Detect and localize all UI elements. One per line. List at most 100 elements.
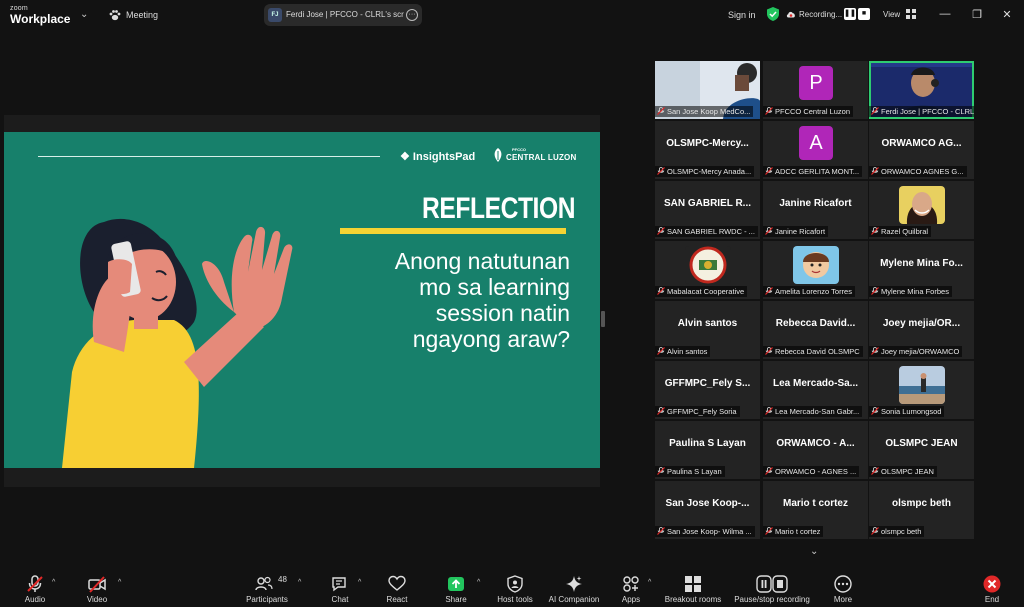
- participant-tile[interactable]: Mario t cortez Mario t cortez: [763, 481, 868, 539]
- participant-tile[interactable]: Mylene Mina Fo... Mylene Mina Forbes: [869, 241, 974, 299]
- participant-name-label: PFCCO Central Luzon: [763, 106, 854, 117]
- participant-tile[interactable]: Rebecca David... Rebecca David OLSMPC: [763, 301, 868, 359]
- mic-muted-icon: [871, 107, 879, 115]
- pfcco-logo-text: CENTRAL LUZON: [506, 153, 577, 162]
- participant-tile[interactable]: Paulina S Layan Paulina S Layan: [655, 421, 760, 479]
- participant-tile[interactable]: Janine Ricafort Janine Ricafort: [763, 181, 868, 239]
- share-button[interactable]: Share: [440, 569, 472, 607]
- participant-tile[interactable]: Lea Mercado-Sa... Lea Mercado-San Gabr...: [763, 361, 868, 419]
- gallery-next-page-icon[interactable]: ⌄: [810, 546, 818, 557]
- participant-tile[interactable]: Mabalacat Cooperative: [655, 241, 760, 299]
- cloud-record-icon: [786, 11, 795, 18]
- mic-muted-icon: [765, 227, 773, 235]
- participant-name-display: Lea Mercado-Sa...: [772, 378, 859, 389]
- participant-name-label: ORWAMCO - AGNES ...: [763, 466, 860, 477]
- participant-tile[interactable]: ORWAMCO AG... ORWAMCO AGNES G...: [869, 121, 974, 179]
- audio-options-caret[interactable]: ^: [52, 579, 55, 586]
- video-off-icon: [88, 576, 106, 593]
- participant-name-label: Mylene Mina Forbes: [869, 286, 952, 297]
- participant-caption: PFCCO Central Luzon: [775, 107, 851, 116]
- sign-in-link[interactable]: Sign in: [728, 10, 756, 20]
- question-line: ngayong araw?: [412, 326, 570, 352]
- participant-tile[interactable]: Joey mejia/OR... Joey mejia/ORWAMCO: [869, 301, 974, 359]
- participant-tile[interactable]: Alvin santos Alvin santos: [655, 301, 760, 359]
- participant-name-label: ORWAMCO AGNES G...: [869, 166, 967, 177]
- participant-tile[interactable]: A ADCC GERLITA MONT...: [763, 121, 868, 179]
- apps-options-caret[interactable]: ^: [648, 579, 651, 586]
- pause-recording-label: Pause/stop recording: [734, 595, 810, 604]
- view-menu[interactable]: View: [883, 10, 900, 19]
- mic-muted-icon: [871, 167, 879, 175]
- meeting-label[interactable]: Meeting: [126, 10, 158, 20]
- participant-name-label: Lea Mercado-San Gabr...: [763, 406, 863, 417]
- participant-tile[interactable]: ORWAMCO - A... ORWAMCO - AGNES ...: [763, 421, 868, 479]
- participant-caption: San Jose Koop- Wilma ...: [667, 527, 752, 536]
- pause-stop-recording-button[interactable]: Pause/stop recording: [730, 569, 814, 607]
- participant-caption: Mabalacat Cooperative: [667, 287, 745, 296]
- participant-caption: ADCC GERLITA MONT...: [775, 167, 860, 176]
- participant-name-label: Janine Ricafort: [763, 226, 829, 237]
- apps-label: Apps: [621, 595, 641, 604]
- pause-recording-icon[interactable]: ❚❚: [844, 8, 856, 20]
- participant-tile[interactable]: P PFCCO Central Luzon: [763, 61, 868, 119]
- participant-tile[interactable]: OLSMPC-Mercy... OLSMPC-Mercy Anada...: [655, 121, 760, 179]
- chat-button[interactable]: Chat: [325, 569, 355, 607]
- breakout-rooms-label: Breakout rooms: [664, 595, 722, 604]
- participant-tile[interactable]: GFFMPC_Fely S... GFFMPC_Fely Soria: [655, 361, 760, 419]
- share-options-caret[interactable]: ^: [477, 579, 480, 586]
- share-screen-icon: [448, 577, 464, 591]
- participant-tile[interactable]: SAN GABRIEL R... SAN GABRIEL RWDC - ...: [655, 181, 760, 239]
- encryption-shield-icon[interactable]: [767, 7, 779, 21]
- ai-companion-label: AI Companion: [548, 595, 600, 604]
- shared-slide: ❖ InsightsPad PFCCO CENTRAL LUZON REFLEC…: [4, 132, 600, 468]
- participant-tile[interactable]: OLSMPC JEAN OLSMPC JEAN: [869, 421, 974, 479]
- audio-button[interactable]: Audio: [18, 569, 52, 607]
- minimize-button[interactable]: —: [938, 8, 952, 20]
- participant-tile[interactable]: Razel Quilbral: [869, 181, 974, 239]
- video-button[interactable]: Video: [80, 569, 114, 607]
- mic-muted-icon: [765, 107, 773, 115]
- participant-tile[interactable]: olsmpc beth olsmpc beth: [869, 481, 974, 539]
- mic-muted-icon: [765, 527, 773, 535]
- participant-caption: Amelita Lorenzo Torres: [775, 287, 852, 296]
- brand-zoom: zoom: [10, 5, 28, 12]
- panel-resize-handle[interactable]: [601, 311, 605, 327]
- mic-muted-icon: [657, 467, 665, 475]
- stop-recording-icon[interactable]: ■: [858, 8, 870, 20]
- participant-tile[interactable]: Ferdi Jose | PFCCO - CLRL: [869, 61, 974, 119]
- host-tools-button[interactable]: Host tools: [494, 569, 536, 607]
- participant-caption: ORWAMCO - AGNES ...: [775, 467, 857, 476]
- participants-count: 48: [278, 575, 287, 584]
- more-options-icon[interactable]: ···: [406, 9, 418, 21]
- participant-tile[interactable]: Sonia Lumongsod: [869, 361, 974, 419]
- participant-caption: OLSMPC-Mercy Anada...: [667, 167, 752, 176]
- react-button[interactable]: React: [381, 569, 413, 607]
- participants-options-caret[interactable]: ^: [298, 579, 301, 586]
- question-line: Anong natutunan: [394, 248, 570, 274]
- close-button[interactable]: ✕: [1000, 8, 1014, 21]
- title-bar: zoom Workplace ⌄ Meeting FJ Ferdi Jose |…: [0, 0, 1024, 30]
- apps-button[interactable]: Apps: [616, 569, 646, 607]
- chevron-down-icon[interactable]: ⌄: [80, 9, 88, 20]
- participant-name-label: Sonia Lumongsod: [869, 406, 945, 417]
- participant-tile[interactable]: Amelita Lorenzo Torres: [763, 241, 868, 299]
- share-label: Share: [445, 595, 467, 604]
- participant-name-display: Janine Ricafort: [779, 198, 852, 209]
- mic-muted-icon: [871, 467, 879, 475]
- participant-name-display: Joey mejia/OR...: [882, 318, 961, 329]
- breakout-rooms-button[interactable]: Breakout rooms: [662, 569, 724, 607]
- mic-muted-icon: [871, 527, 879, 535]
- more-button[interactable]: More: [828, 569, 858, 607]
- participant-caption: OLSMPC JEAN: [881, 467, 934, 476]
- participant-tile[interactable]: San Jose Koop MedCo...: [655, 61, 760, 119]
- video-options-caret[interactable]: ^: [118, 579, 121, 586]
- participant-name-display: Mylene Mina Fo...: [880, 258, 963, 269]
- ai-companion-button[interactable]: AI Companion: [546, 569, 602, 607]
- participant-name-label: ADCC GERLITA MONT...: [763, 166, 863, 177]
- participant-tile[interactable]: San Jose Koop-... San Jose Koop- Wilma ..…: [655, 481, 760, 539]
- chat-options-caret[interactable]: ^: [358, 579, 361, 586]
- end-meeting-button[interactable]: End: [978, 569, 1006, 607]
- grid-view-icon[interactable]: [906, 9, 916, 19]
- screen-share-indicator[interactable]: FJ Ferdi Jose | PFCCO - CLRL's scree ···: [264, 4, 422, 26]
- restore-button[interactable]: ❐: [970, 8, 984, 21]
